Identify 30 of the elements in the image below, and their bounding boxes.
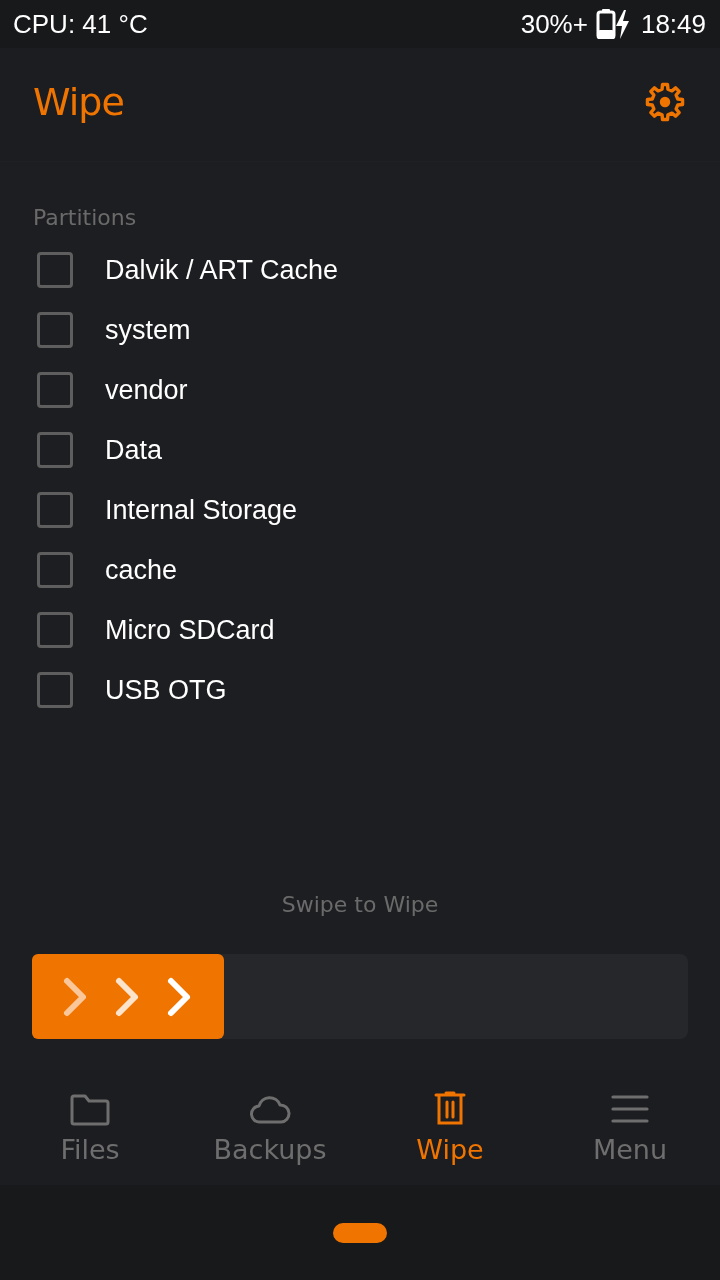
partition-label: vendor (105, 374, 188, 406)
battery-charging-icon (595, 9, 630, 39)
checkbox[interactable] (37, 432, 73, 468)
section-heading: Partitions (33, 205, 137, 230)
page-title: Wipe (33, 79, 124, 124)
checkbox[interactable] (37, 492, 73, 528)
partition-label: Micro SDCard (105, 614, 275, 646)
settings-icon[interactable] (644, 80, 686, 123)
clock: 18:49 (640, 8, 706, 40)
checkbox[interactable] (37, 612, 73, 648)
checkbox[interactable] (37, 252, 73, 288)
nav-tab[interactable]: Files (0, 1070, 180, 1185)
partition-label: Internal Storage (105, 494, 298, 526)
gesture-handle[interactable] (333, 1222, 387, 1243)
checkbox[interactable] (37, 312, 73, 348)
battery-percent: 30%+ (520, 8, 588, 40)
checkbox[interactable] (37, 672, 73, 708)
swipe-hint: Swipe to Wipe (281, 892, 439, 917)
partition-label: cache (105, 554, 178, 586)
partition-label: Dalvik / ART Cache (105, 254, 339, 286)
nav-tab[interactable]: Wipe (360, 1070, 540, 1185)
nav-tab[interactable]: Backups (180, 1070, 360, 1185)
checkbox[interactable] (37, 552, 73, 588)
checkbox[interactable] (37, 372, 73, 408)
partition-label: Data (105, 434, 163, 466)
partition-label: USB OTG (105, 674, 227, 706)
partition-label: system (105, 314, 191, 346)
nav-tab[interactable]: Menu (540, 1070, 720, 1185)
cpu-temperature: CPU: 41 °C (13, 8, 148, 40)
swipe-handle[interactable] (32, 954, 224, 1039)
